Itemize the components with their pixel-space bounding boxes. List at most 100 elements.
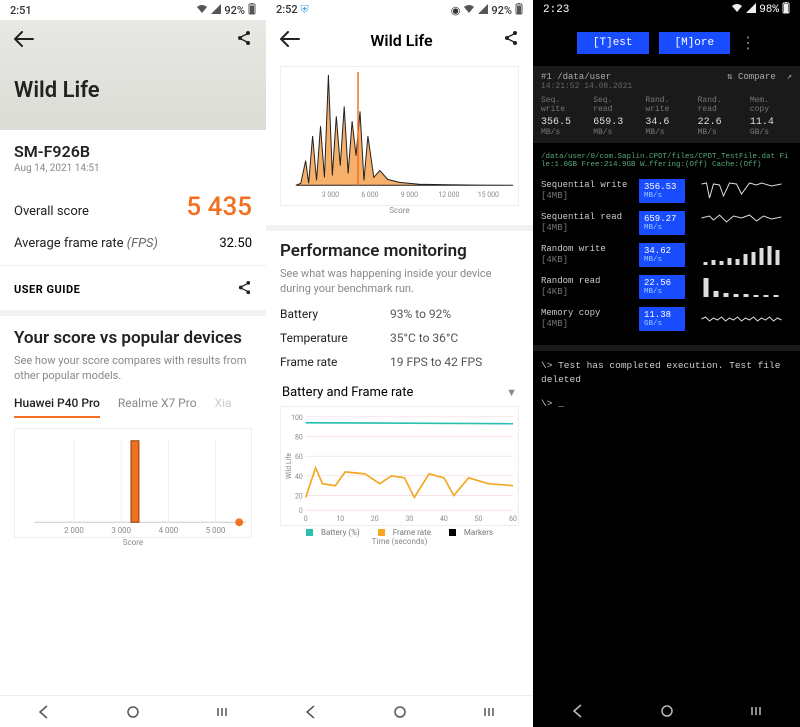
- chart-selector[interactable]: Battery and Frame rate ▼: [282, 385, 517, 400]
- metric-value-badge: 356.53MB/s: [639, 179, 685, 203]
- status-bar: 2:51 92%: [0, 0, 266, 20]
- metric-sparkline: [691, 180, 792, 202]
- tab-xiaomi-truncated[interactable]: Xia: [215, 396, 232, 418]
- back-button[interactable]: [14, 28, 34, 52]
- score-histogram: 3 0006 0009 000 12 00015 000: [280, 66, 519, 206]
- compare-link[interactable]: ⇅ Compare: [727, 72, 776, 82]
- device-model: SM-F926B: [14, 142, 252, 161]
- svg-text:2 000: 2 000: [64, 526, 84, 535]
- android-nav-bar: [266, 695, 533, 727]
- battery-icon: [515, 3, 523, 18]
- device-tabs: Huawei P40 Pro Realme X7 Pro Xia: [14, 396, 252, 418]
- clock: 2:52 ⛨: [276, 3, 309, 17]
- tab-realme-x7-pro[interactable]: Realme X7 Pro: [118, 396, 197, 418]
- svg-text:10: 10: [336, 515, 344, 523]
- share-result-button[interactable]: [237, 280, 252, 298]
- shield-icon: ⛨: [300, 3, 308, 16]
- tab-huawei-p40-pro[interactable]: Huawei P40 Pro: [14, 396, 100, 418]
- test-button[interactable]: [T]est: [577, 32, 649, 54]
- nav-home-icon[interactable]: [393, 705, 407, 719]
- metric-value-badge: 659.27MB/s: [639, 211, 685, 235]
- framerate-value: 19 FPS to 42 FPS: [390, 355, 482, 369]
- metric-value-badge: 11.38GB/s: [639, 307, 685, 331]
- perf-subtext: See what was happening inside your devic…: [280, 267, 519, 297]
- more-button[interactable]: [M]ore: [659, 32, 731, 54]
- run-timestamp: 14:21:52 14.08.2021: [541, 82, 792, 91]
- clock: 2:23: [543, 4, 569, 16]
- avg-fps-label: Average frame rate (FPS): [14, 236, 158, 251]
- run-date: Aug 14, 2021 14:51: [14, 163, 252, 174]
- metric-label: Random read[4KB]: [541, 276, 633, 297]
- svg-text:80: 80: [295, 433, 303, 441]
- chart2-xaxis: Time (seconds): [280, 537, 519, 546]
- nav-home-icon[interactable]: [126, 705, 140, 719]
- user-guide-link[interactable]: USER GUIDE: [14, 283, 80, 296]
- wifi-icon: [463, 4, 475, 17]
- metric-sparkline: [691, 276, 792, 298]
- perf-heading: Performance monitoring: [280, 241, 519, 261]
- nav-recents-icon[interactable]: [215, 705, 229, 719]
- svg-text:50: 50: [475, 515, 483, 523]
- back-button[interactable]: [280, 28, 300, 52]
- summary-col: Seq. read659.3MB/s: [593, 97, 635, 137]
- svg-text:6 000: 6 000: [361, 191, 378, 199]
- page-title: Wild Life: [14, 78, 252, 103]
- metric-label: Random write[4KB]: [541, 244, 633, 265]
- overflow-menu-icon[interactable]: ⋮: [740, 33, 756, 53]
- share-button[interactable]: [236, 30, 252, 50]
- compare-chart: 2 0003 000 4 0005 000: [14, 428, 252, 538]
- location-icon: ◉: [451, 4, 461, 17]
- term-prompt: \> _: [541, 397, 792, 411]
- svg-text:Wild Life: Wild Life: [285, 452, 293, 479]
- battery-text: 92%: [491, 4, 512, 17]
- nav-back-icon[interactable]: [304, 705, 318, 719]
- wifi-icon: [196, 4, 208, 17]
- compare-subtext: See how your score compares with results…: [14, 354, 252, 384]
- android-nav-bar: [533, 695, 800, 727]
- chart-legend: Battery (%) Frame rate Markers: [280, 528, 519, 537]
- summary-col: Rand. write34.6MB/s: [645, 97, 687, 137]
- run-path: #1 /data/user: [541, 72, 611, 82]
- metric-label: Sequential write[4MB]: [541, 180, 633, 201]
- nav-recents-icon[interactable]: [482, 705, 496, 719]
- terminal-output: \> Test has completed execution. Test fi…: [533, 351, 800, 420]
- svg-text:0: 0: [299, 507, 303, 515]
- metric-row-memory-copy: Memory copy[4MB]11.38GB/s: [541, 307, 792, 331]
- compare-heading: Your score vs popular devices: [14, 328, 252, 348]
- term-line-1: \> Test has completed execution. Test fi…: [541, 359, 792, 388]
- status-bar: 2:23 98%: [533, 0, 800, 20]
- run-summary-panel: #1 /data/user ⇅ Compare ↗ 14:21:52 14.08…: [533, 66, 800, 143]
- hero-banner: Wild Life: [0, 20, 266, 130]
- share-button[interactable]: [503, 30, 519, 50]
- svg-text:12 000: 12 000: [438, 191, 459, 199]
- metric-sparkline: [691, 308, 792, 330]
- svg-text:60: 60: [295, 453, 303, 461]
- phone-1-wildlife-result: 2:51 92% Wild Life SM-F926B Aug 1: [0, 0, 266, 727]
- summary-col: Rand. read22.6MB/s: [698, 97, 740, 137]
- svg-text:100: 100: [291, 413, 303, 421]
- nav-home-icon[interactable]: [660, 704, 674, 718]
- overall-score-value: 5 435: [186, 192, 252, 222]
- wifi-icon: [731, 3, 743, 17]
- metric-value-badge: 34.62MB/s: [639, 243, 685, 267]
- metric-row-sequential-read: Sequential read[4MB]659.27MB/s: [541, 211, 792, 235]
- share-run-button[interactable]: ↗: [787, 72, 792, 82]
- nav-back-icon[interactable]: [571, 704, 585, 718]
- nav-back-icon[interactable]: [37, 705, 51, 719]
- svg-text:30: 30: [405, 515, 413, 523]
- summary-col: Seq. write356.5MB/s: [541, 97, 583, 137]
- nav-recents-icon[interactable]: [749, 704, 763, 718]
- signal-icon: [211, 4, 221, 17]
- svg-text:4 000: 4 000: [159, 526, 179, 535]
- svg-text:15 000: 15 000: [478, 191, 499, 199]
- phone-2-wildlife-monitoring: 2:52 ⛨ ◉ 92% Wild Life 3 0006 0009 000 1…: [266, 0, 533, 727]
- battery-framerate-chart: 1008060 40200 Wild Life 01020 30405060: [280, 406, 519, 526]
- metric-row-random-write: Random write[4KB] 34.62MB/s: [541, 243, 792, 267]
- signal-icon: [478, 4, 488, 17]
- battery-text: 92%: [224, 4, 245, 17]
- metric-sparkline: [691, 244, 792, 266]
- phone-3-cpdt-benchmark: 2:23 98% [T]est [M]ore ⋮ #1 /data/user ⇅…: [533, 0, 800, 727]
- chevron-down-icon: ▼: [506, 386, 517, 399]
- battery-text: 98%: [759, 4, 779, 16]
- svg-text:3 000: 3 000: [322, 191, 339, 199]
